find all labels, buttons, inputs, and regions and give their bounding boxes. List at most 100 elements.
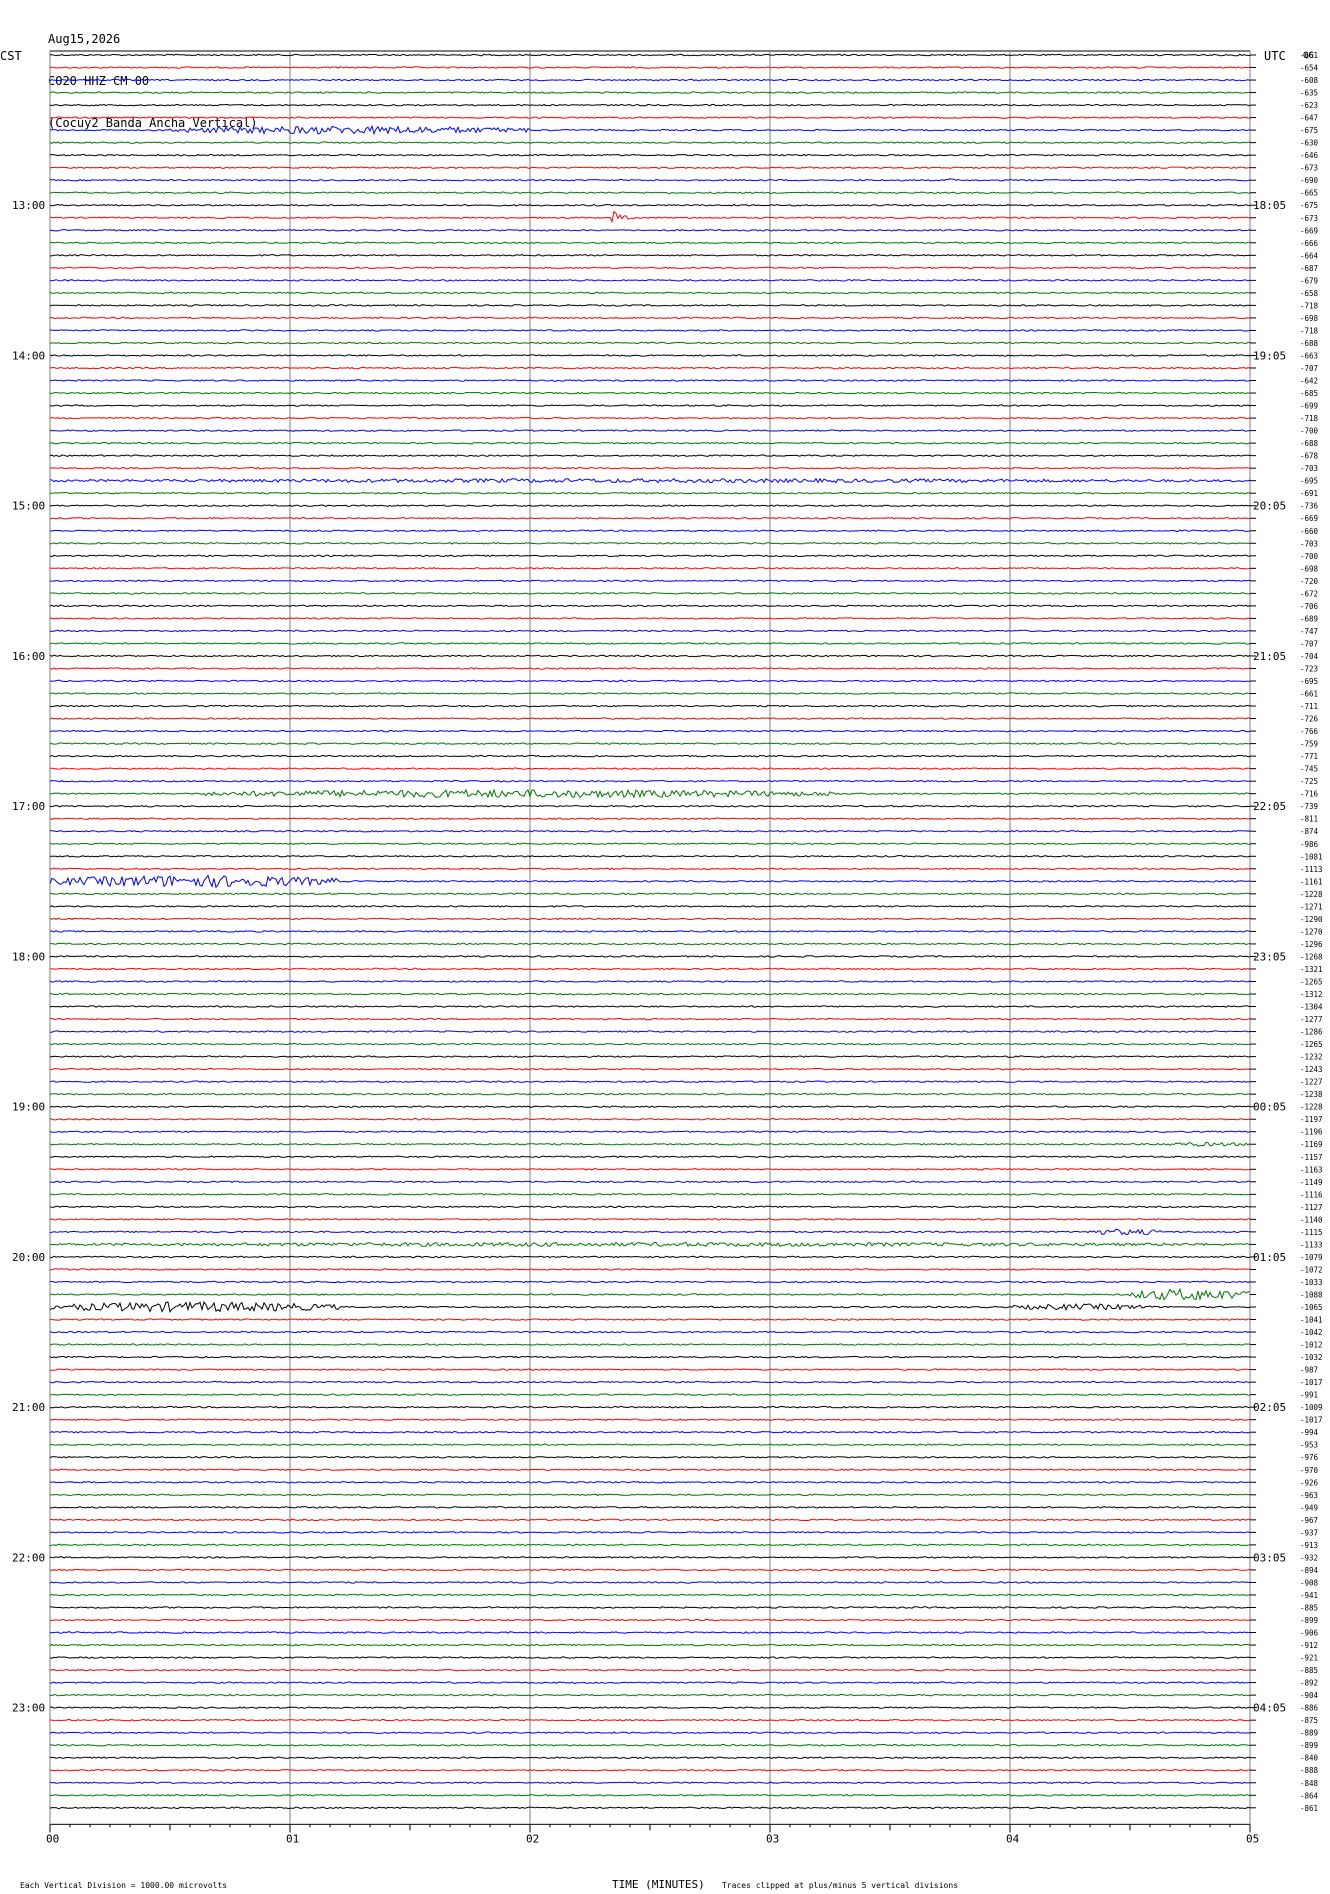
trace-line bbox=[49, 1681, 1251, 1684]
row-offset-label: -874 bbox=[1300, 827, 1319, 836]
trace-line bbox=[49, 1228, 1250, 1236]
row-offset-label: -885 bbox=[1300, 1603, 1318, 1612]
row-offset-label: -675 bbox=[1300, 201, 1318, 210]
hour-label-right: 21:05 bbox=[1253, 650, 1286, 663]
row-offset-label: -766 bbox=[1300, 727, 1319, 736]
trace-line bbox=[49, 1631, 1251, 1634]
trace-line bbox=[49, 629, 1251, 633]
trace-line bbox=[49, 1318, 1251, 1321]
row-offset-label: -678 bbox=[1300, 452, 1319, 461]
row-offset-label: -739 bbox=[1300, 802, 1318, 811]
trace-line bbox=[49, 1042, 1251, 1046]
trace-line bbox=[49, 992, 1251, 996]
trace-line bbox=[50, 692, 1251, 695]
hour-label-right: 02:05 bbox=[1253, 1401, 1286, 1414]
row-offset-label: -888 bbox=[1300, 1766, 1319, 1775]
row-offset-label: -669 bbox=[1300, 514, 1318, 523]
trace-line bbox=[49, 874, 1251, 889]
row-offset-label: -932 bbox=[1300, 1553, 1318, 1562]
row-offset-label: -669 bbox=[1300, 226, 1318, 235]
row-offset-label: -994 bbox=[1300, 1428, 1319, 1437]
trace-line bbox=[50, 1718, 1251, 1722]
trace-line bbox=[49, 1218, 1251, 1221]
trace-line bbox=[49, 917, 1251, 921]
x-tick-label: 01 bbox=[286, 1832, 299, 1845]
right-tz-label: UTC bbox=[1264, 49, 1286, 63]
trace-line bbox=[49, 191, 1251, 194]
row-offset-label: -1140 bbox=[1300, 1215, 1323, 1224]
trace-line bbox=[49, 1300, 1251, 1313]
traces bbox=[49, 53, 1251, 1810]
row-offset-label: -691 bbox=[1300, 489, 1318, 498]
trace-line bbox=[49, 229, 1251, 232]
row-offset-label: -703 bbox=[1300, 539, 1318, 548]
hour-label-right: 01:05 bbox=[1253, 1251, 1286, 1264]
trace-line bbox=[49, 1067, 1251, 1071]
trace-line bbox=[49, 391, 1251, 395]
trace-line bbox=[49, 1743, 1251, 1747]
plot-frame bbox=[49, 50, 1251, 1825]
row-offset-label: -699 bbox=[1300, 402, 1318, 411]
row-offset-label: -991 bbox=[1300, 1391, 1318, 1400]
trace-line bbox=[49, 817, 1251, 820]
row-offset-label: -1296 bbox=[1300, 940, 1323, 949]
row-offset-label: -1088 bbox=[1300, 1290, 1323, 1299]
row-offset-label: -720 bbox=[1300, 577, 1319, 586]
row-offset-label: -967 bbox=[1300, 1516, 1318, 1525]
trace-line bbox=[49, 1287, 1251, 1302]
row-offset-label: -700 bbox=[1300, 427, 1319, 436]
row-offset-label: -660 bbox=[1300, 527, 1319, 536]
row-offset-label: -1227 bbox=[1300, 1078, 1323, 1087]
hour-label-right: 20:05 bbox=[1253, 500, 1286, 513]
row-offset-label: -953 bbox=[1300, 1441, 1318, 1450]
trace-line bbox=[49, 1017, 1251, 1021]
trace-line bbox=[49, 1806, 1251, 1810]
trace-line bbox=[49, 1255, 1251, 1259]
trace-line bbox=[49, 1330, 1251, 1334]
trace-line bbox=[49, 404, 1251, 407]
trace-line bbox=[49, 1130, 1251, 1134]
row-offset-label: -1133 bbox=[1300, 1240, 1323, 1249]
row-offset-label: -894 bbox=[1300, 1566, 1319, 1575]
trace-line bbox=[49, 279, 1251, 282]
labels: CST UTC QG TIME (MINUTES) Each Vertical … bbox=[0, 49, 1323, 1891]
row-offset-label: -1304 bbox=[1300, 1003, 1323, 1012]
row-offset-label: -899 bbox=[1300, 1741, 1318, 1750]
row-offset-label: -899 bbox=[1300, 1616, 1318, 1625]
trace-line bbox=[49, 1443, 1251, 1446]
trace-line bbox=[49, 1105, 1251, 1108]
row-offset-label: -706 bbox=[1300, 602, 1319, 611]
row-offset-label: -1127 bbox=[1300, 1203, 1323, 1212]
trace-line bbox=[49, 1606, 1251, 1609]
row-offset-label: -673 bbox=[1300, 214, 1318, 223]
trace-line bbox=[49, 829, 1251, 833]
trace-line bbox=[49, 141, 1251, 144]
row-offset-label: -848 bbox=[1300, 1779, 1319, 1788]
row-offset-label: -608 bbox=[1300, 76, 1319, 85]
row-offset-label: -1065 bbox=[1300, 1303, 1323, 1312]
row-offset-label: -700 bbox=[1300, 552, 1319, 561]
trace-line bbox=[49, 91, 1251, 94]
trace-line bbox=[50, 504, 1251, 507]
trace-line bbox=[49, 667, 1251, 670]
trace-line bbox=[49, 103, 1251, 107]
row-offset-label: -1277 bbox=[1300, 1015, 1323, 1024]
trace-line bbox=[49, 1506, 1251, 1509]
row-offset-label: -908 bbox=[1300, 1578, 1319, 1587]
row-offset-label: -840 bbox=[1300, 1754, 1319, 1763]
hour-label-right: 03:05 bbox=[1253, 1551, 1286, 1564]
row-offset-label: -718 bbox=[1300, 326, 1319, 335]
x-tick-label: 05 bbox=[1246, 1832, 1259, 1845]
trace-line bbox=[50, 592, 1251, 595]
trace-line bbox=[49, 1205, 1251, 1209]
row-offset-label: -1228 bbox=[1300, 890, 1323, 899]
row-offset-label: -673 bbox=[1300, 164, 1318, 173]
row-offset-label: -921 bbox=[1300, 1654, 1318, 1663]
trace-line bbox=[49, 617, 1251, 620]
trace-line bbox=[49, 1493, 1251, 1497]
trace-line bbox=[49, 78, 1251, 82]
row-offset-label: -963 bbox=[1300, 1491, 1318, 1500]
left-tz-label: CST bbox=[0, 49, 22, 63]
row-offset-label: -665 bbox=[1300, 189, 1318, 198]
row-offset-label: -723 bbox=[1300, 664, 1318, 673]
